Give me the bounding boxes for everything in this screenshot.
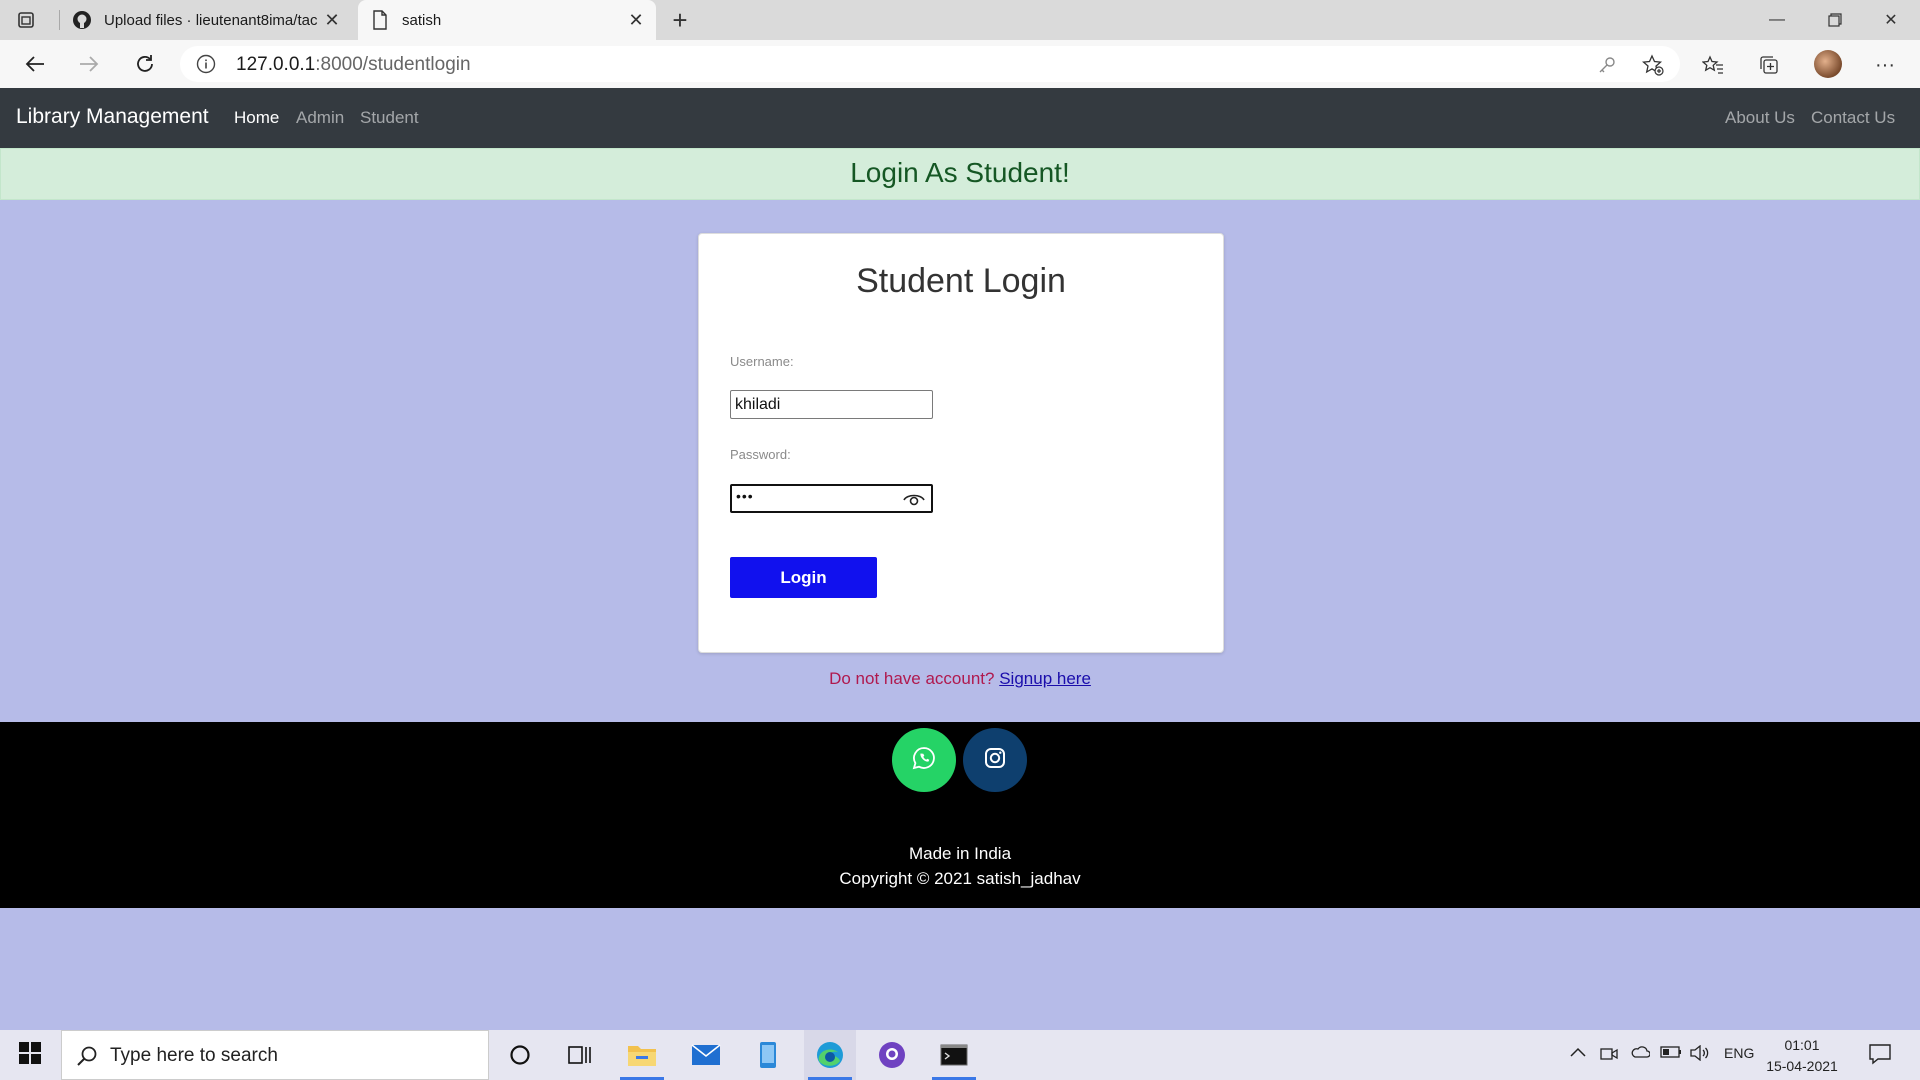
file-explorer-icon[interactable] bbox=[616, 1030, 668, 1080]
browser-tab-satish[interactable]: satish ✕ bbox=[358, 0, 656, 40]
more-menu-icon[interactable]: ··· bbox=[1872, 52, 1898, 78]
clock-date: 15-04-2021 bbox=[1766, 1058, 1838, 1074]
task-view-icon[interactable] bbox=[554, 1030, 606, 1080]
github-desktop-icon[interactable] bbox=[866, 1030, 918, 1080]
nav-link-contact-us[interactable]: Contact Us bbox=[1811, 108, 1895, 128]
close-tab-icon[interactable]: ✕ bbox=[320, 8, 344, 32]
password-value: ••• bbox=[736, 488, 754, 504]
username-label: Username: bbox=[730, 354, 794, 369]
brand-link[interactable]: Library Management bbox=[16, 105, 209, 129]
refresh-icon[interactable] bbox=[128, 48, 162, 80]
nav-link-admin[interactable]: Admin bbox=[296, 108, 344, 128]
signup-text: Do not have account? bbox=[829, 669, 995, 688]
new-tab-icon[interactable]: + bbox=[666, 5, 694, 35]
phone-app-icon[interactable] bbox=[742, 1030, 794, 1080]
nav-link-home[interactable]: Home bbox=[234, 108, 279, 128]
volume-icon[interactable] bbox=[1690, 1044, 1710, 1064]
system-clock[interactable]: 01:01 15-04-2021 bbox=[1764, 1035, 1840, 1077]
minimize-icon[interactable]: — bbox=[1748, 0, 1806, 40]
language-indicator[interactable]: ENG bbox=[1724, 1045, 1754, 1061]
start-button[interactable] bbox=[0, 1030, 60, 1080]
alert-banner: Login As Student! bbox=[0, 148, 1920, 200]
edge-browser-icon[interactable] bbox=[804, 1030, 856, 1080]
collections-icon[interactable] bbox=[1756, 52, 1782, 78]
nav-link-student[interactable]: Student bbox=[360, 108, 419, 128]
browser-tab-bar: Upload files · lieutenant8ima/tac ✕ sati… bbox=[0, 0, 1920, 40]
whatsapp-button[interactable] bbox=[892, 728, 956, 792]
close-window-icon[interactable]: ✕ bbox=[1862, 0, 1920, 40]
login-button[interactable]: Login bbox=[730, 557, 877, 598]
search-icon bbox=[76, 1045, 98, 1067]
terminal-icon[interactable] bbox=[928, 1030, 980, 1080]
instagram-icon bbox=[983, 746, 1007, 775]
github-icon bbox=[72, 10, 92, 30]
page-icon bbox=[370, 10, 390, 30]
url-bar[interactable]: 127.0.0.1:8000/studentlogin bbox=[180, 46, 1680, 82]
restore-icon[interactable] bbox=[1806, 0, 1864, 40]
taskbar-search-box[interactable]: Type here to search bbox=[61, 1030, 489, 1080]
copyright-text: Copyright © 2021 satish_jadhav bbox=[839, 869, 1081, 888]
nav-link-about-us[interactable]: About Us bbox=[1725, 108, 1795, 128]
battery-icon[interactable] bbox=[1660, 1045, 1682, 1061]
site-info-icon[interactable] bbox=[196, 54, 216, 74]
url-text: 127.0.0.1:8000/studentlogin bbox=[236, 54, 471, 76]
tab-actions-icon[interactable] bbox=[14, 8, 38, 32]
whatsapp-icon bbox=[912, 746, 936, 775]
browser-tab-github[interactable]: Upload files · lieutenant8ima/tac ✕ bbox=[60, 0, 352, 40]
signup-prompt: Do not have account? Signup here bbox=[0, 669, 1920, 689]
tab-title: satish bbox=[402, 11, 442, 29]
cortana-icon[interactable] bbox=[494, 1030, 546, 1080]
search-placeholder: Type here to search bbox=[110, 1045, 278, 1066]
notifications-icon[interactable] bbox=[1868, 1043, 1892, 1068]
windows-logo-icon bbox=[19, 1041, 41, 1069]
site-navbar: Library Management Home Admin Student Ab… bbox=[0, 88, 1920, 148]
site-footer: Made in India Copyright © 2021 satish_ja… bbox=[0, 722, 1920, 908]
username-input[interactable] bbox=[730, 390, 933, 419]
add-favorite-icon[interactable] bbox=[1642, 54, 1664, 76]
tab-title: Upload files · lieutenant8ima/tac bbox=[104, 11, 318, 29]
close-tab-icon[interactable]: ✕ bbox=[624, 8, 648, 32]
login-title: Student Login bbox=[856, 262, 1066, 300]
back-icon[interactable] bbox=[18, 48, 52, 80]
password-label: Password: bbox=[730, 447, 791, 462]
clock-time: 01:01 bbox=[1784, 1037, 1820, 1053]
forward-icon[interactable] bbox=[72, 48, 106, 80]
windows-taskbar: Type here to search ENG 01:01 15-04-2021 bbox=[0, 1030, 1920, 1080]
mail-icon[interactable] bbox=[680, 1030, 732, 1080]
url-path: :8000/studentlogin bbox=[315, 54, 471, 75]
profile-avatar[interactable] bbox=[1814, 50, 1842, 78]
favorites-icon[interactable] bbox=[1700, 52, 1726, 78]
show-password-icon[interactable] bbox=[903, 491, 925, 507]
password-input[interactable]: ••• bbox=[730, 484, 933, 513]
signup-link[interactable]: Signup here bbox=[999, 669, 1091, 688]
key-icon[interactable] bbox=[1596, 54, 1618, 76]
show-hidden-icons-icon[interactable] bbox=[1570, 1045, 1586, 1062]
meet-now-icon[interactable] bbox=[1600, 1045, 1618, 1066]
address-bar-row: 127.0.0.1:8000/studentlogin ··· bbox=[0, 40, 1920, 89]
instagram-button[interactable] bbox=[963, 728, 1027, 792]
made-in-text: Made in India bbox=[908, 844, 1012, 863]
login-card: Student Login Username: Password: ••• Lo… bbox=[698, 233, 1224, 653]
url-host: 127.0.0.1 bbox=[236, 54, 316, 75]
onedrive-icon[interactable] bbox=[1630, 1045, 1651, 1062]
alert-text: Login As Student! bbox=[850, 157, 1070, 188]
